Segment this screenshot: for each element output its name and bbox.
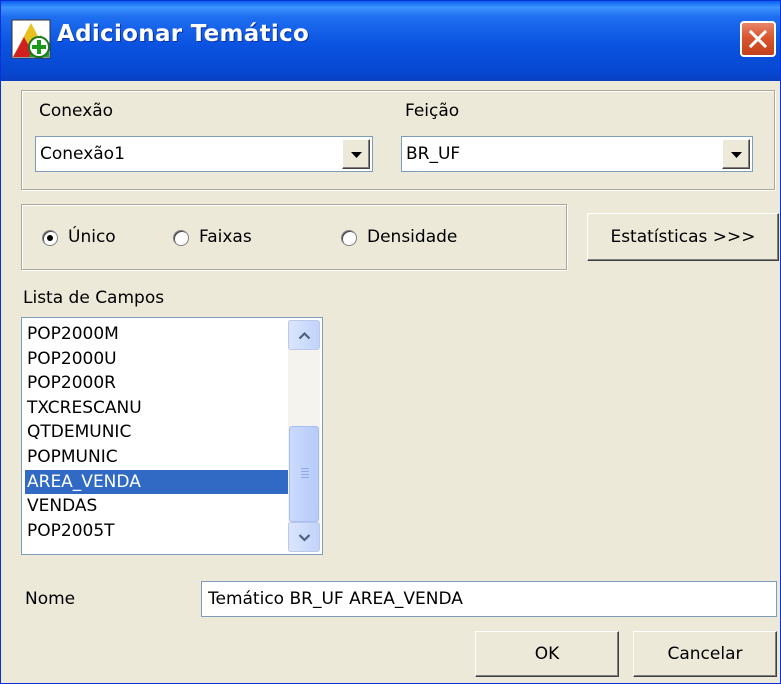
connection-label: Conexão	[39, 101, 114, 121]
name-input[interactable]	[208, 586, 768, 612]
chevron-down-icon	[298, 534, 311, 542]
chevron-down-icon	[731, 152, 742, 158]
statistics-button[interactable]: Estatísticas >>>	[587, 213, 779, 261]
list-item[interactable]: POP2000M	[25, 322, 288, 347]
radio-circle	[42, 230, 58, 246]
scroll-up-button[interactable]	[288, 320, 320, 350]
list-item-selected[interactable]: AREA_VENDA	[25, 469, 288, 495]
radio-faixas-label: Faixas	[199, 227, 252, 247]
feature-select[interactable]: BR_UF	[401, 136, 753, 172]
list-item[interactable]: POP2005T	[25, 519, 288, 544]
ok-button[interactable]: OK	[475, 631, 619, 677]
radio-selected-dot	[47, 235, 53, 241]
window-title: Adicionar Temático	[57, 21, 310, 47]
scroll-thumb[interactable]	[289, 426, 319, 522]
vertical-scrollbar[interactable]	[288, 320, 320, 552]
close-button[interactable]	[740, 21, 776, 57]
close-icon	[749, 30, 767, 48]
fields-list: POP2000M POP2000U POP2000R TXCRESCANU QT…	[25, 322, 288, 543]
feature-dropdown-button[interactable]	[722, 139, 750, 169]
title-bar[interactable]: Adicionar Temático	[1, 1, 780, 81]
connection-select[interactable]: Conexão1	[35, 136, 373, 172]
fields-listbox[interactable]: POP2000M POP2000U POP2000R TXCRESCANU QT…	[21, 317, 323, 555]
cancel-button[interactable]: Cancelar	[633, 631, 777, 677]
add-thematic-dialog: Adicionar Temático Conexão Conexão1 Feiç…	[0, 0, 781, 684]
name-field[interactable]	[201, 581, 777, 617]
connection-value: Conexão1	[40, 144, 125, 164]
chevron-down-icon	[351, 152, 362, 158]
list-item[interactable]: POP2000R	[25, 371, 288, 396]
radio-circle	[341, 230, 357, 246]
scroll-down-button[interactable]	[288, 522, 320, 552]
add-theme-icon	[11, 19, 51, 59]
feature-value: BR_UF	[406, 144, 461, 164]
list-item[interactable]: TXCRESCANU	[25, 396, 288, 421]
chevron-up-icon	[298, 331, 311, 340]
radio-unico-label: Único	[68, 227, 116, 247]
name-label: Nome	[25, 589, 76, 609]
feature-label: Feição	[405, 101, 460, 121]
list-item[interactable]: VENDAS	[25, 494, 288, 519]
list-item[interactable]: POP2000U	[25, 347, 288, 372]
list-item[interactable]: QTDEMUNIC	[25, 420, 288, 445]
radio-densidade-label: Densidade	[367, 227, 458, 247]
radio-circle	[173, 230, 189, 246]
connection-dropdown-button[interactable]	[342, 139, 370, 169]
list-item[interactable]: POPMUNIC	[25, 445, 288, 470]
fields-label: Lista de Campos	[23, 288, 165, 308]
